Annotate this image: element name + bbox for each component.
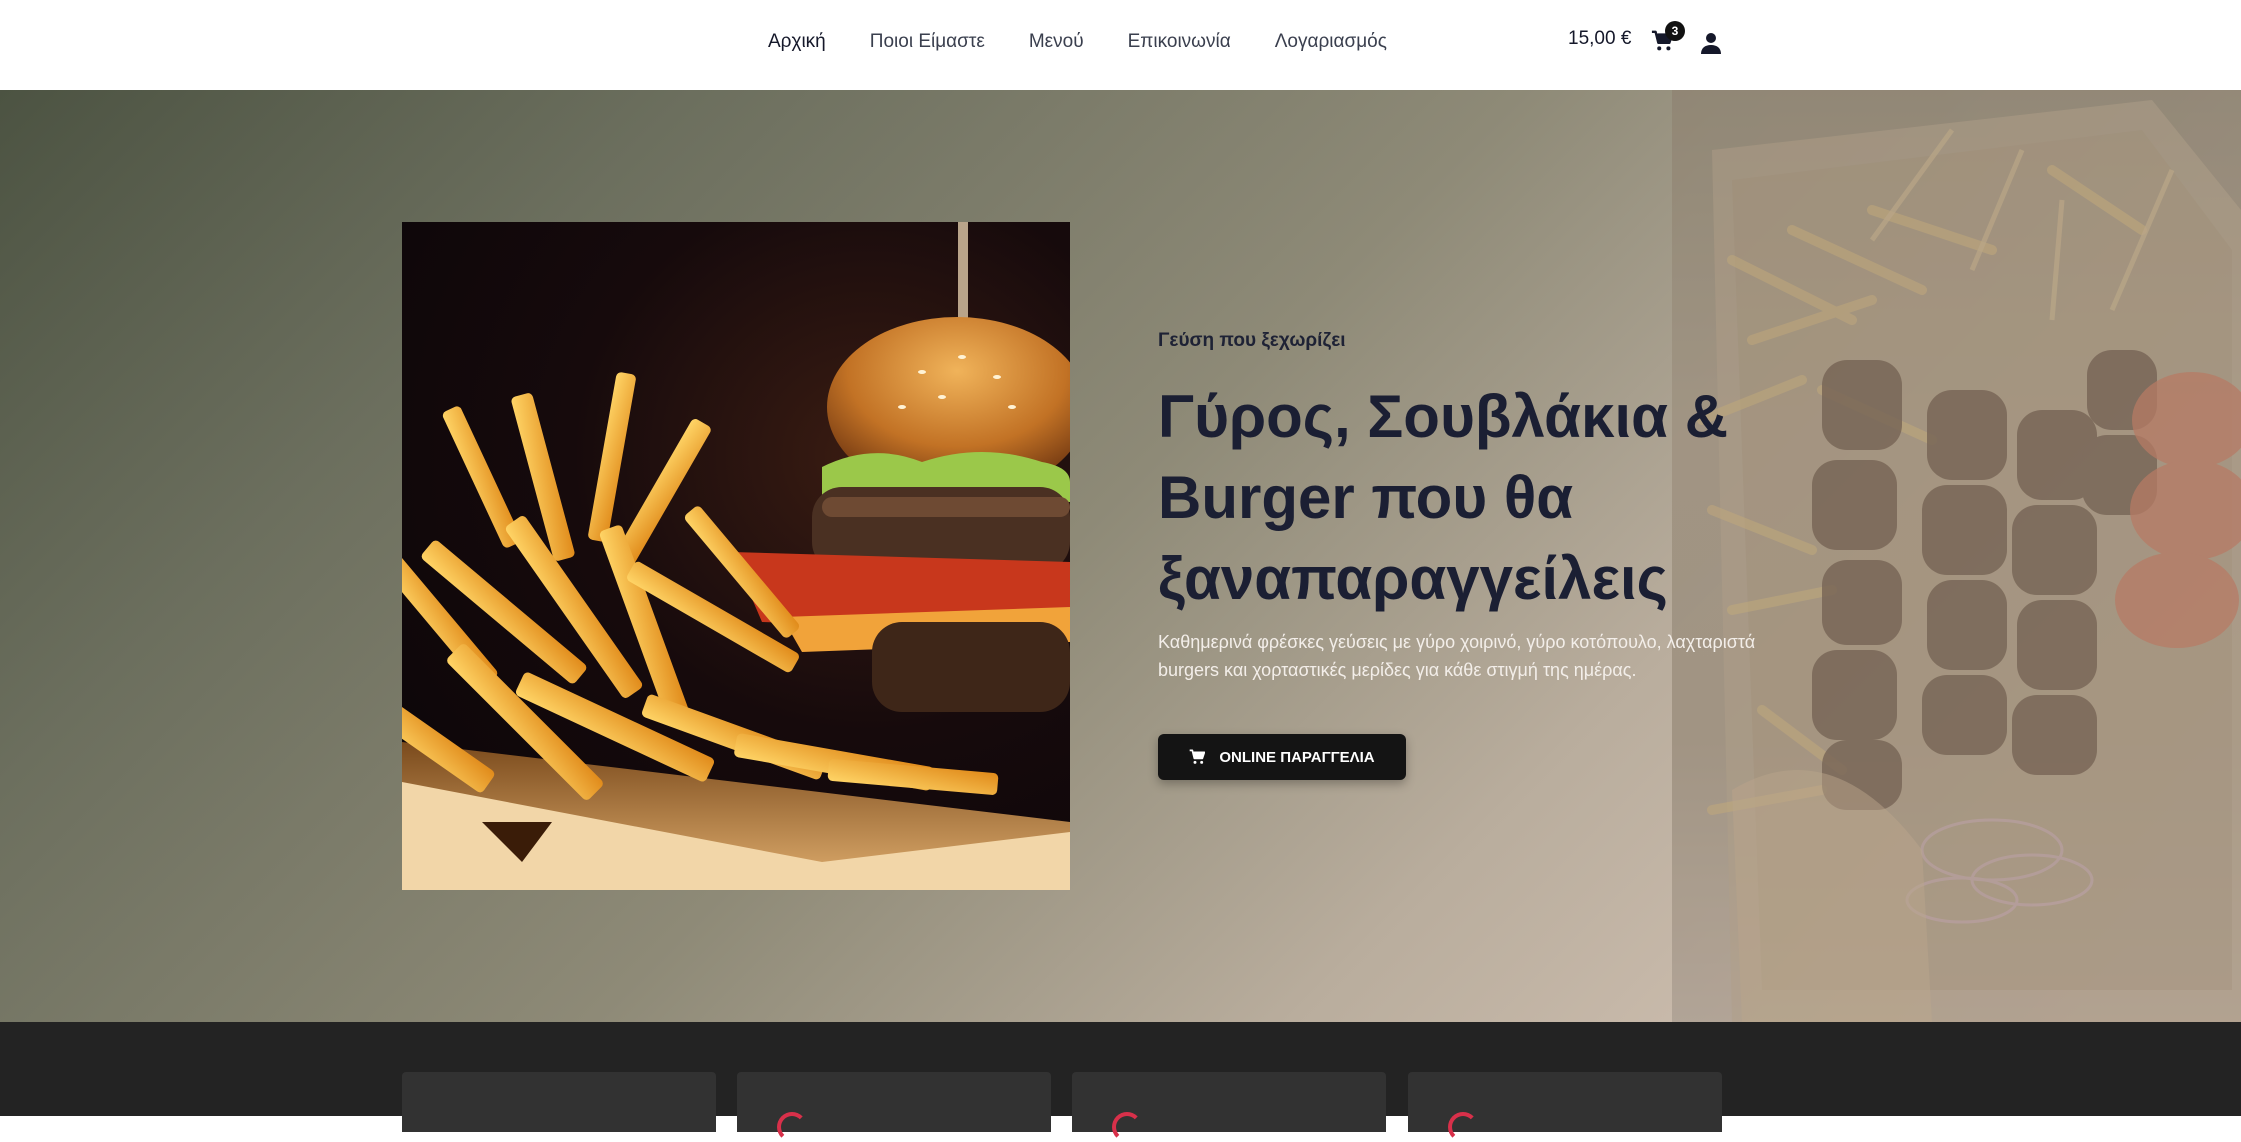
cart-count-badge: 3 [1665,21,1685,41]
nav-item-home[interactable]: Αρχική [768,31,826,53]
feature-card [1408,1072,1722,1142]
hero-section: Γεύση που ξεχωρίζει Γύρος, Σουβλάκια & B… [0,90,2241,1022]
cart-total[interactable]: 15,00 € [1568,28,1631,50]
user-icon[interactable] [1701,32,1721,54]
hero-title: Γύρος, Σουβλάκια & Burger που θα ξαναπαρ… [1158,383,1729,612]
nav-item-menu[interactable]: Μενού [1029,31,1084,53]
feature-card [737,1072,1051,1142]
cart-icon [1190,749,1206,764]
online-order-button[interactable]: ONLINE ΠΑΡΑΓΓΕΛΙΑ [1158,734,1406,780]
burger-illustration [402,222,1070,890]
burger-and-fries-photo [402,222,1070,890]
feature-card [1072,1072,1386,1142]
nav-item-about[interactable]: Ποιοι Είμαστε [870,31,985,53]
nav-item-contact[interactable]: Επικοινωνία [1128,31,1231,53]
feature-card [402,1072,716,1132]
nav-item-account[interactable]: Λογαριασμός [1275,31,1387,53]
hero-description: Καθημερινά φρέσκες γεύσεις με γύρο χοιρι… [1158,632,1756,680]
hero-eyebrow: Γεύση που ξεχωρίζει [1158,330,1346,351]
main-nav: Αρχική Ποιοι Είμαστε Μενού Επικοινωνία Λ… [768,0,1387,84]
site-header: Αρχική Ποιοι Είμαστε Μενού Επικοινωνία Λ… [0,0,2241,90]
feature-icon [777,1112,807,1142]
feature-icon [1112,1112,1142,1142]
feature-icon [1448,1112,1478,1142]
online-order-label: ONLINE ΠΑΡΑΓΓΕΛΙΑ [1219,748,1375,766]
features-strip [0,1022,2241,1142]
